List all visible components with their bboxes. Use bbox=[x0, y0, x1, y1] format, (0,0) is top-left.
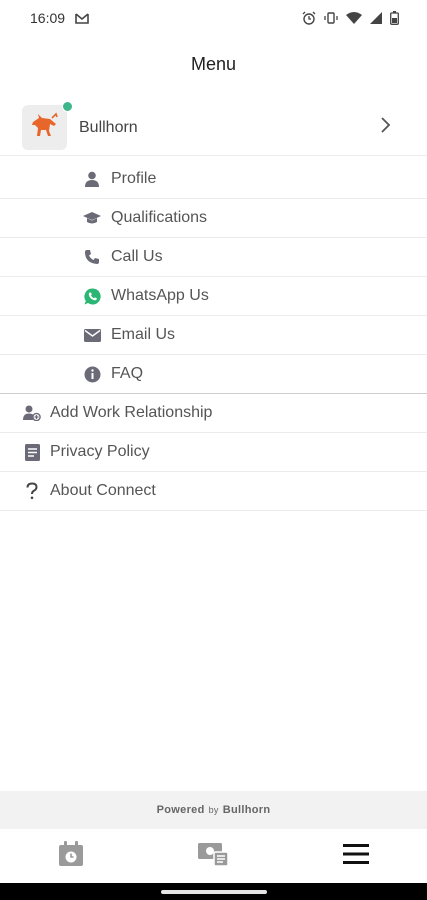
brand-label: Bullhorn bbox=[222, 804, 271, 816]
envelope-icon bbox=[82, 325, 102, 345]
menu-item-profile[interactable]: Profile bbox=[0, 160, 427, 199]
menu-item-about-connect[interactable]: About Connect bbox=[0, 472, 427, 511]
menu-item-label: Profile bbox=[111, 170, 157, 187]
menu-item-label: About Connect bbox=[50, 482, 156, 499]
menu-item-label: Qualifications bbox=[111, 209, 208, 226]
bottom-tab-bar bbox=[0, 829, 427, 883]
gmail-icon bbox=[75, 12, 89, 24]
menu-item-whatsapp-us[interactable]: WhatsApp Us bbox=[0, 277, 427, 316]
question-icon bbox=[22, 481, 42, 501]
signal-icon bbox=[370, 12, 382, 24]
status-bar: 16:09 bbox=[0, 0, 427, 36]
menu-item-qualifications[interactable]: Qualifications bbox=[0, 199, 427, 238]
menu-item-label: Privacy Policy bbox=[50, 443, 150, 460]
graduation-cap-icon bbox=[82, 208, 102, 228]
menu-icon bbox=[342, 843, 370, 870]
powered-by-footer: Powered by Bullhorn bbox=[0, 791, 427, 829]
menu-item-label: Call Us bbox=[111, 248, 163, 265]
home-gesture-handle[interactable] bbox=[160, 889, 267, 894]
tab-menu[interactable] bbox=[285, 829, 427, 883]
money-icon bbox=[197, 841, 230, 872]
menu-item-label: Add Work Relationship bbox=[50, 404, 213, 421]
person-add-icon bbox=[22, 403, 42, 423]
online-status-indicator bbox=[62, 101, 73, 112]
whatsapp-icon bbox=[82, 286, 102, 306]
chevron-right-icon bbox=[379, 116, 391, 139]
account-row[interactable]: Bullhorn bbox=[0, 100, 427, 156]
phone-icon bbox=[82, 247, 102, 267]
menu-list: Profile Qualifications Call Us WhatsApp … bbox=[0, 160, 427, 511]
powered-label: Powered bbox=[156, 804, 205, 816]
menu-item-call-us[interactable]: Call Us bbox=[0, 238, 427, 277]
menu-item-faq[interactable]: FAQ bbox=[0, 355, 427, 394]
wifi-icon bbox=[346, 12, 362, 24]
calendar-icon bbox=[57, 840, 85, 873]
person-icon bbox=[82, 169, 102, 189]
document-icon bbox=[22, 442, 42, 462]
bullhorn-logo-icon bbox=[30, 112, 60, 143]
page-title: Menu bbox=[190, 54, 237, 74]
system-navigation-bar bbox=[0, 883, 427, 900]
tab-calendar[interactable] bbox=[0, 829, 142, 883]
vibrate-icon bbox=[324, 12, 338, 24]
menu-item-add-work-relationship[interactable]: Add Work Relationship bbox=[0, 394, 427, 433]
tab-earnings[interactable] bbox=[142, 829, 284, 883]
battery-icon bbox=[390, 11, 399, 25]
menu-item-privacy-policy[interactable]: Privacy Policy bbox=[0, 433, 427, 472]
menu-item-label: FAQ bbox=[111, 365, 144, 382]
menu-item-email-us[interactable]: Email Us bbox=[0, 316, 427, 355]
menu-item-label: WhatsApp Us bbox=[111, 287, 209, 304]
status-time: 16:09 bbox=[30, 10, 66, 26]
account-name: Bullhorn bbox=[79, 118, 138, 136]
info-icon bbox=[82, 364, 102, 384]
menu-item-label: Email Us bbox=[111, 326, 176, 343]
alarm-icon bbox=[302, 11, 316, 25]
account-logo bbox=[22, 101, 73, 150]
by-label: by bbox=[208, 805, 219, 815]
